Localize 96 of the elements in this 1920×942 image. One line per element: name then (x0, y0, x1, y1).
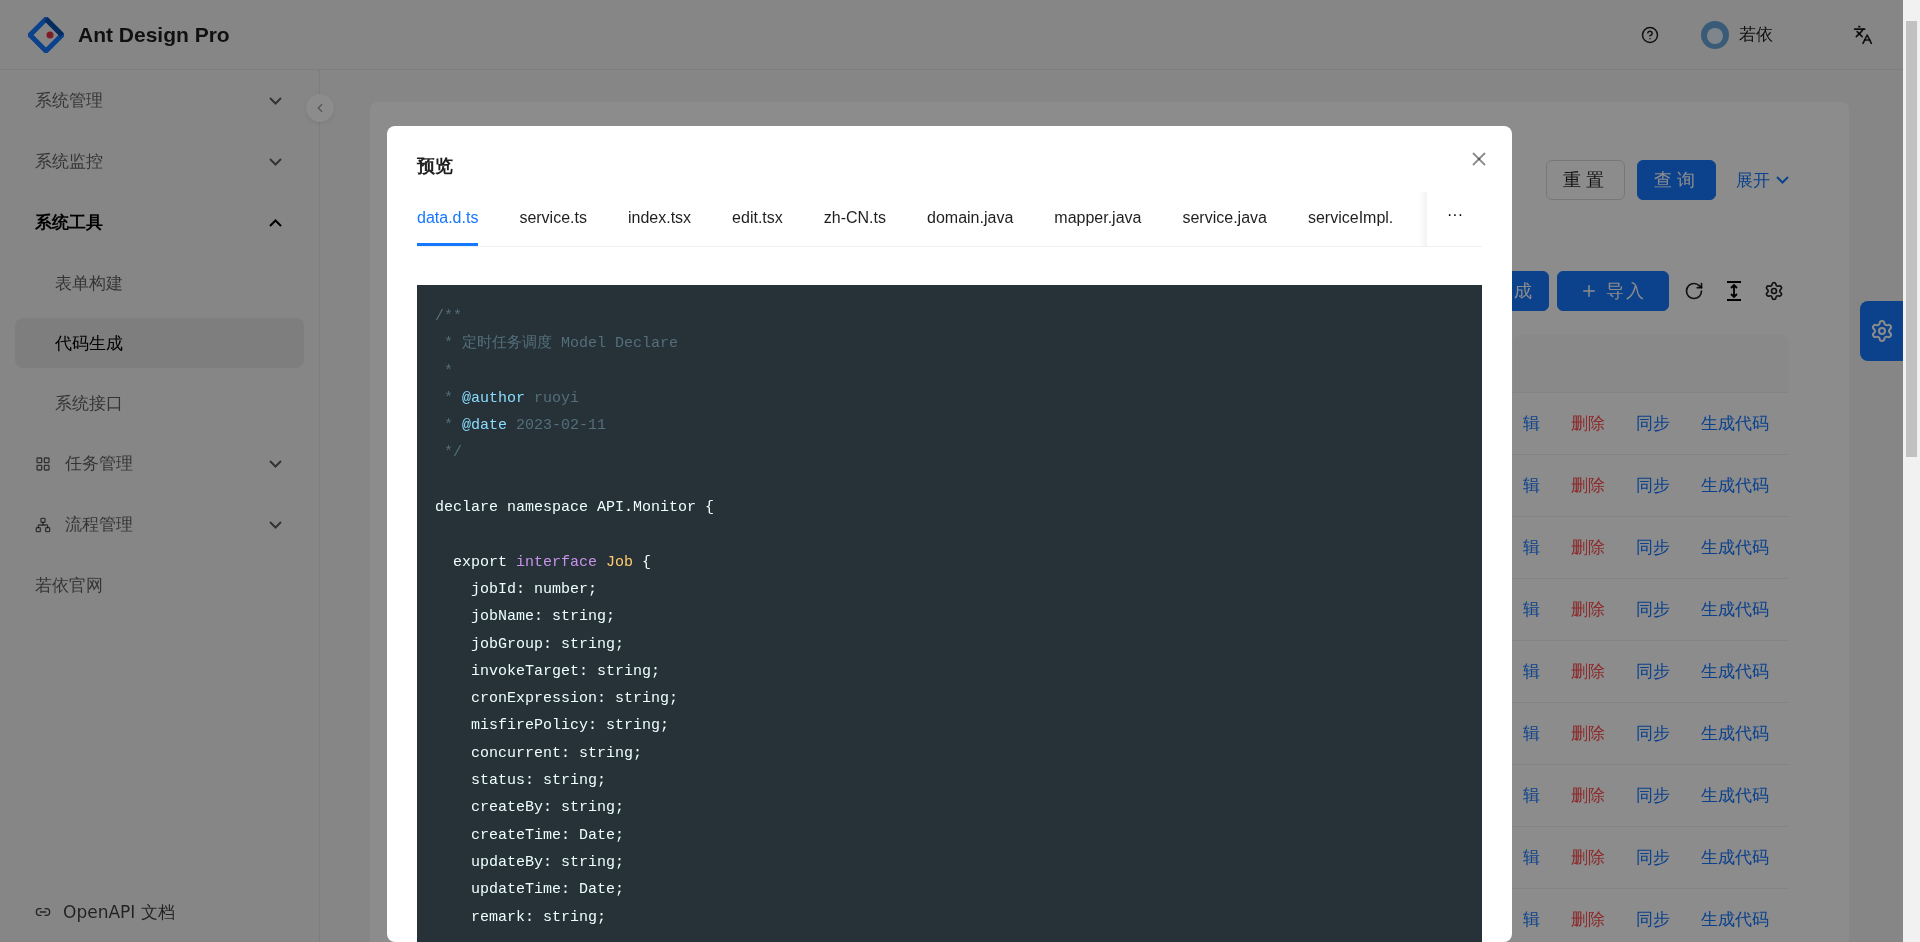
action-link[interactable]: 同步 (1636, 660, 1670, 683)
action-link[interactable]: 辑 (1523, 846, 1540, 869)
code-line: * 定时任务调度 Model Declare (443, 333, 680, 355)
code-line: concurrent: string; (470, 743, 644, 764)
file-tab[interactable]: zh-CN.ts (823, 192, 886, 246)
generate-button[interactable]: 成 (1511, 271, 1550, 311)
settings-icon (1870, 319, 1894, 343)
action-link[interactable]: 生成代码 (1701, 598, 1769, 621)
menu-item[interactable]: 系统监控 (15, 131, 304, 192)
action-link[interactable]: 辑 (1523, 598, 1540, 621)
code-line: export interface Job { (452, 552, 653, 573)
code-line: * (443, 361, 454, 382)
action-link[interactable]: 生成代码 (1701, 908, 1769, 931)
query-button[interactable]: 查询 (1637, 160, 1716, 200)
code-line: * @date 2023-02-11 (443, 416, 608, 437)
user-name[interactable]: 若依 (1739, 23, 1773, 46)
action-link[interactable]: 生成代码 (1701, 846, 1769, 869)
reset-button[interactable]: 重置 (1546, 160, 1625, 200)
settings-drawer-button[interactable] (1860, 301, 1903, 361)
delete-link[interactable]: 删除 (1571, 412, 1605, 435)
action-link[interactable]: 同步 (1636, 784, 1670, 807)
delete-link[interactable]: 删除 (1571, 598, 1605, 621)
code-line: createTime: Date; (470, 825, 626, 846)
translate-icon[interactable] (1853, 24, 1873, 45)
code-line: remark: string; (470, 907, 608, 928)
scrollbar-thumb[interactable] (1906, 21, 1917, 457)
delete-link[interactable]: 删除 (1571, 536, 1605, 559)
action-link[interactable]: 同步 (1636, 474, 1670, 497)
code-line: createBy: string; (470, 798, 626, 819)
code-line: declare namespace API.Monitor { (435, 498, 716, 519)
file-tab[interactable]: data.d.ts (417, 192, 479, 246)
submenu-item[interactable]: 表单构建 (15, 258, 304, 308)
delete-link[interactable]: 删除 (1571, 846, 1605, 869)
code-line: jobGroup: string; (470, 634, 626, 655)
action-link[interactable]: 辑 (1523, 908, 1540, 931)
action-link[interactable]: 生成代码 (1701, 536, 1769, 559)
submenu-item[interactable]: 系统接口 (15, 378, 304, 428)
code-line: /** (435, 307, 463, 327)
code-line: misfirePolicy: string; (470, 716, 671, 737)
action-link[interactable]: 同步 (1636, 908, 1670, 931)
expand-link[interactable]: 展开 (1728, 168, 1789, 192)
action-link[interactable]: 生成代码 (1701, 722, 1769, 745)
code-line: cronExpression: string; (470, 689, 680, 710)
delete-link[interactable]: 删除 (1571, 908, 1605, 931)
action-link[interactable]: 辑 (1523, 784, 1540, 807)
import-button[interactable]: 导入 (1557, 271, 1669, 311)
menu-item[interactable]: 若依官网 (15, 555, 304, 616)
chevron-down-icon (1776, 176, 1789, 184)
menu-item[interactable]: 系统工具 (15, 192, 304, 253)
file-tab[interactable]: serviceImpl. (1307, 192, 1394, 246)
openapi-link[interactable]: OpenAPI 文档 (15, 882, 304, 942)
action-link[interactable]: 辑 (1523, 474, 1540, 497)
file-tab[interactable]: mapper.java (1054, 192, 1142, 246)
reload-icon[interactable] (1684, 281, 1704, 301)
action-link[interactable]: 生成代码 (1701, 660, 1769, 683)
file-tab[interactable]: service.java (1182, 192, 1267, 246)
delete-link[interactable]: 删除 (1571, 784, 1605, 807)
modal-title: 预览 (417, 154, 454, 178)
help-icon[interactable] (1641, 25, 1659, 44)
action-link[interactable]: 同步 (1636, 536, 1670, 559)
scrollbar[interactable] (1903, 0, 1920, 942)
menu-item[interactable]: 流程管理 (15, 494, 304, 555)
logo-icon (28, 16, 64, 53)
action-link[interactable]: 辑 (1523, 536, 1540, 559)
action-link[interactable]: 生成代码 (1701, 412, 1769, 435)
action-link[interactable]: 生成代码 (1701, 784, 1769, 807)
code-line: invokeTarget: string; (470, 661, 662, 682)
column-height-icon[interactable] (1724, 280, 1744, 302)
more-tabs-button[interactable]: ··· (1427, 192, 1463, 238)
file-tab[interactable]: domain.java (927, 192, 1014, 246)
action-link[interactable]: 同步 (1636, 598, 1670, 621)
delete-link[interactable]: 删除 (1571, 660, 1605, 683)
settings-icon[interactable] (1764, 281, 1784, 301)
code-line: status: string; (470, 771, 608, 792)
brand-name: Ant Design Pro (78, 22, 231, 47)
file-tab[interactable]: edit.tsx (732, 192, 783, 246)
action-link[interactable]: 生成代码 (1701, 474, 1769, 497)
code-line: */ (443, 443, 463, 464)
code-line: jobId: number; (470, 579, 599, 600)
action-link[interactable]: 辑 (1523, 660, 1540, 683)
code-line: updateBy: string; (470, 852, 626, 873)
delete-link[interactable]: 删除 (1571, 722, 1605, 745)
code-line: jobName: string; (470, 607, 617, 628)
action-link[interactable]: 同步 (1636, 412, 1670, 435)
file-tab[interactable]: service.ts (519, 192, 587, 246)
avatar-icon[interactable] (1701, 20, 1729, 49)
delete-link[interactable]: 删除 (1571, 474, 1605, 497)
action-link[interactable]: 同步 (1636, 722, 1670, 745)
code-line: * @author ruoyi (443, 388, 581, 409)
action-link[interactable]: 辑 (1523, 412, 1540, 435)
menu-item[interactable]: 任务管理 (15, 433, 304, 494)
code-line: updateTime: Date; (470, 880, 626, 901)
menu-item[interactable]: 系统管理 (15, 70, 304, 131)
action-link[interactable]: 同步 (1636, 846, 1670, 869)
action-link[interactable]: 辑 (1523, 722, 1540, 745)
file-tab[interactable]: index.tsx (627, 192, 692, 246)
